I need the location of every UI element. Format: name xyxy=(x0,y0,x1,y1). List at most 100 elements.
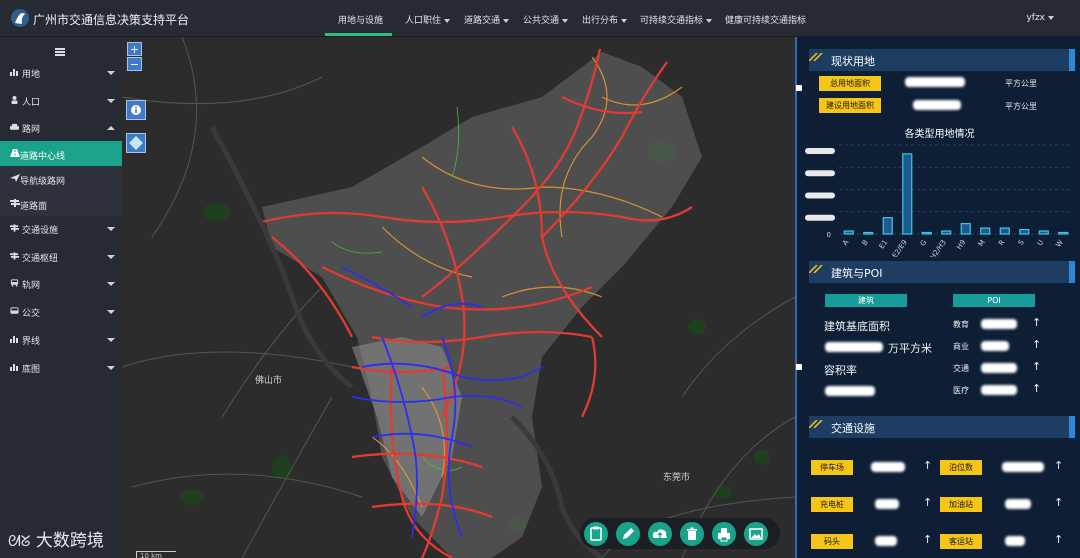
poi-category-label: 交通 xyxy=(953,364,969,373)
pier-button[interactable]: 码头 xyxy=(811,534,853,549)
city-road-network xyxy=(262,52,702,558)
x-tick-label: E2/E9 xyxy=(891,239,909,257)
upload-button[interactable] xyxy=(648,522,672,546)
chart-bar[interactable] xyxy=(882,217,893,235)
sidebar-item-land[interactable]: 用地 xyxy=(0,59,122,86)
bar-chart-icon xyxy=(10,69,18,76)
map-view[interactable]: + − 佛山市 东莞市 10 km xyxy=(122,37,795,558)
chart-title: 各类型用地情况 xyxy=(904,129,975,140)
chart-bar[interactable] xyxy=(1019,228,1030,235)
stripes-icon xyxy=(809,265,823,273)
redacted-value xyxy=(913,100,961,110)
sidebar-subitem-road-centerline[interactable]: 道路中心线 xyxy=(0,141,122,166)
x-tick-label: U xyxy=(1036,239,1045,248)
chevron-down-icon xyxy=(503,18,510,23)
menu-icon[interactable] xyxy=(55,48,65,56)
nav-healthy-indicators[interactable]: 健康可持续交通指标 xyxy=(725,13,806,26)
x-tick-label: R xyxy=(997,238,1006,247)
print-button[interactable] xyxy=(712,522,736,546)
info-icon xyxy=(131,105,141,115)
image-export-button[interactable] xyxy=(744,522,768,546)
scale-bar: 10 km xyxy=(136,551,176,558)
redacted-value xyxy=(871,462,905,472)
bus-terminal-button[interactable]: 客运站 xyxy=(940,534,982,549)
sidebar-item-transport-hubs[interactable]: 交通枢纽 xyxy=(0,243,122,270)
arrow-up-icon: ↑ xyxy=(1032,382,1042,395)
x-tick-label: W xyxy=(1054,238,1065,248)
sidebar-item-road-network[interactable]: 路网 xyxy=(0,114,122,141)
draw-button[interactable] xyxy=(616,522,640,546)
sidebar-item-label: 用地 xyxy=(22,70,41,80)
arrow-up-icon: ↑ xyxy=(1054,496,1064,509)
section-header-facility: 交通设施 xyxy=(809,416,1075,438)
chart-bar[interactable] xyxy=(941,230,952,235)
chart-bar[interactable] xyxy=(980,227,991,235)
zoom-out-button[interactable]: − xyxy=(127,57,142,71)
chart-bar[interactable] xyxy=(1038,230,1049,235)
nav-public-transit[interactable]: 公共交通 xyxy=(523,13,569,26)
parking-spaces-button[interactable]: 泊位数 xyxy=(940,460,982,475)
sidebar-subitem-road-surface[interactable]: 道路面 xyxy=(0,191,122,216)
panel-handle[interactable] xyxy=(796,85,802,91)
print-icon xyxy=(718,528,730,542)
delete-button[interactable] xyxy=(680,522,704,546)
sidebar-item-basemap[interactable]: 底图 xyxy=(0,354,122,381)
sidebar-item-boundary[interactable]: 界线 xyxy=(0,326,122,353)
redacted-value xyxy=(1005,536,1025,546)
charging-pile-button[interactable]: 充电桩 xyxy=(811,497,853,512)
nav-road-traffic[interactable]: 道路交通 xyxy=(464,13,510,26)
section-edge xyxy=(1069,49,1075,71)
construction-land-area-button[interactable]: 建设用地面积 xyxy=(819,98,881,113)
layers-button[interactable] xyxy=(126,133,146,153)
layers-icon xyxy=(129,136,143,150)
user-menu[interactable]: yfzx xyxy=(1026,13,1054,23)
redacted-value xyxy=(981,385,1017,395)
chevron-down-icon xyxy=(107,282,115,286)
nav-land-facilities[interactable]: 用地与设施 xyxy=(338,13,383,26)
sidebar-item-transport-facilities[interactable]: 交通设施 xyxy=(0,215,122,242)
chart-bar[interactable] xyxy=(960,223,971,235)
watermark-logo-icon: ᘛᘜ xyxy=(8,532,31,550)
y-tick-label: 0 xyxy=(827,231,831,239)
chart-bar[interactable] xyxy=(843,230,854,235)
nav-trip-distribution[interactable]: 出行分布 xyxy=(582,13,628,26)
chart-bar[interactable] xyxy=(902,153,913,235)
logo-icon xyxy=(11,9,29,27)
nav-sustainable-indicators[interactable]: 可持续交通指标 xyxy=(640,13,713,26)
chart-bar[interactable] xyxy=(863,231,874,235)
sidebar-item-rail[interactable]: 轨网 xyxy=(0,270,122,297)
poi-category-label: 医疗 xyxy=(953,386,969,395)
signpost-icon xyxy=(10,199,20,207)
tab-poi[interactable]: POI xyxy=(953,294,1035,307)
bar-chart-icon xyxy=(10,336,18,343)
panel-handle[interactable] xyxy=(796,364,802,370)
sidebar-item-label: 轨网 xyxy=(22,281,41,291)
clipboard-button[interactable] xyxy=(584,522,608,546)
redacted-tick-label xyxy=(805,214,835,221)
sidebar-item-population[interactable]: 人口 xyxy=(0,87,122,114)
arrow-up-icon: ↑ xyxy=(1054,533,1064,546)
tab-building[interactable]: 建筑 xyxy=(825,294,907,307)
app-title: 广州市交通信息决策支持平台 xyxy=(33,13,190,27)
zoom-in-button[interactable]: + xyxy=(127,42,142,56)
unit-label: 平方公里 xyxy=(1005,79,1037,88)
section-title: 现状用地 xyxy=(831,55,875,68)
nav-population[interactable]: 人口职住 xyxy=(405,13,451,26)
gas-station-button[interactable]: 加油站 xyxy=(940,497,982,512)
stripes-icon xyxy=(809,53,823,61)
arrow-up-icon: ↑ xyxy=(923,459,933,472)
info-button[interactable] xyxy=(126,100,146,120)
redacted-value xyxy=(825,342,883,352)
navigation-icon xyxy=(10,174,20,182)
redacted-value xyxy=(875,536,897,546)
sidebar-item-bus[interactable]: 公交 xyxy=(0,298,122,325)
chart-bar[interactable] xyxy=(921,231,932,235)
chart-bar[interactable] xyxy=(999,227,1010,235)
chevron-down-icon xyxy=(107,99,115,103)
sidebar-subitem-navigation-network[interactable]: 导航级路网 xyxy=(0,166,122,191)
chart-bar[interactable] xyxy=(1058,231,1069,235)
total-land-area-button[interactable]: 总用地面积 xyxy=(819,76,881,91)
signpost-icon xyxy=(10,252,19,260)
parking-lot-button[interactable]: 停车场 xyxy=(811,460,853,475)
chevron-down-icon xyxy=(621,18,628,23)
